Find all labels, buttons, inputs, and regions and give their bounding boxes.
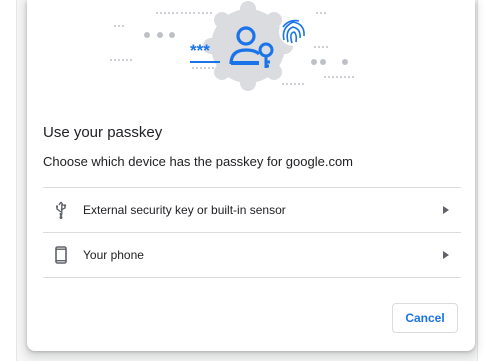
phone-icon	[51, 244, 71, 266]
option-phone[interactable]: Your phone	[43, 233, 461, 278]
chevron-right-icon	[441, 205, 451, 215]
password-mask-text: ***	[190, 41, 210, 60]
usb-icon	[51, 199, 71, 221]
background-panel-left	[0, 0, 17, 361]
option-security-key[interactable]: External security key or built-in sensor	[43, 188, 461, 233]
device-options-list: External security key or built-in sensor…	[43, 187, 461, 278]
dialog-subtitle: Choose which device has the passkey for …	[43, 154, 354, 169]
dialog-title: Use your passkey	[43, 124, 163, 141]
option-security-key-label: External security key or built-in sensor	[83, 203, 286, 217]
browser-page: *** Use your passkey Choose which device…	[0, 0, 496, 361]
cancel-button[interactable]: Cancel	[392, 303, 458, 333]
chevron-right-icon	[441, 250, 451, 260]
passkey-illustration: ***	[110, 1, 354, 91]
fingerprint-icon	[279, 18, 307, 46]
passkey-dialog: *** Use your passkey Choose which device…	[27, 0, 475, 351]
option-phone-label: Your phone	[83, 248, 144, 262]
background-panel-right	[477, 0, 496, 361]
badge-shape	[203, 1, 293, 91]
